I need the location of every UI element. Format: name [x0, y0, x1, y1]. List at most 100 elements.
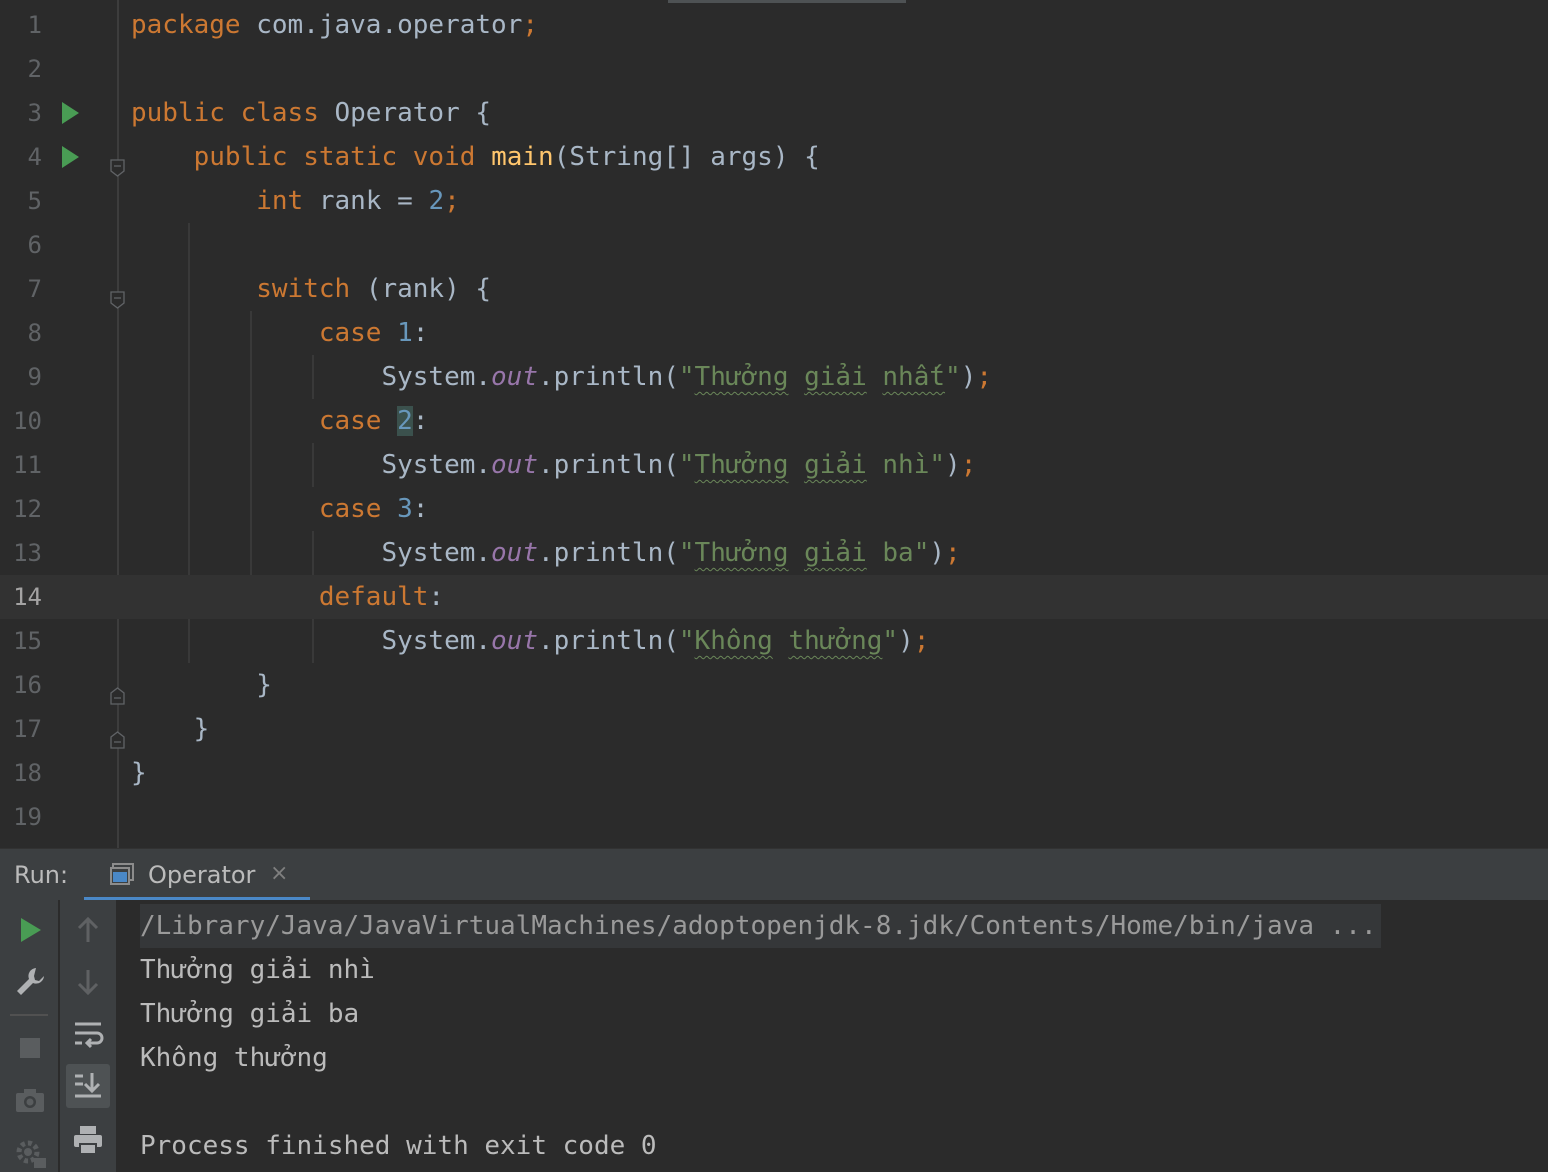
line-number[interactable]: 5 — [0, 179, 42, 223]
code-line-7[interactable]: 7 switch (rank) { — [0, 267, 1548, 311]
code-token: Thưởng — [694, 538, 789, 568]
previous-occurrence-button[interactable] — [66, 908, 110, 952]
run-gutter-icon[interactable] — [62, 102, 79, 124]
code-line-3[interactable]: 3 public class Operator { — [0, 91, 1548, 135]
line-number[interactable]: 13 — [0, 531, 42, 575]
code-line-13[interactable]: 13 System.out.println("Thưởng giải ba"); — [0, 531, 1548, 575]
rerun-button[interactable] — [8, 908, 52, 952]
code-token: .println( — [538, 450, 679, 480]
line-number[interactable]: 19 — [0, 795, 42, 839]
scroll-to-end-button[interactable] — [66, 1064, 110, 1108]
code-text[interactable]: System.out.println("Thưởng giải ba"); — [131, 531, 960, 575]
console-output[interactable]: /Library/Java/JavaVirtualMachines/adopto… — [140, 900, 1540, 1172]
code-token: public — [131, 98, 241, 128]
code-text[interactable]: System.out.println("Thưởng giải nhất"); — [131, 355, 992, 399]
console-command-line[interactable]: /Library/Java/JavaVirtualMachines/adopto… — [140, 904, 1381, 948]
code-line-14[interactable]: 14 default: — [0, 575, 1548, 619]
code-line-4[interactable]: 4 public static void main(String[] args)… — [0, 135, 1548, 179]
code-text[interactable]: case 1: — [131, 311, 429, 355]
line-number[interactable]: 10 — [0, 399, 42, 443]
line-number[interactable]: 1 — [0, 3, 42, 47]
code-line-5[interactable]: 5 int rank = 2; — [0, 179, 1548, 223]
code-token: " — [678, 450, 695, 480]
line-number[interactable]: 2 — [0, 47, 42, 91]
code-token: System. — [381, 362, 492, 392]
code-line-1[interactable]: 1 package com.java.operator; — [0, 3, 1548, 47]
code-line-12[interactable]: 12 case 3: — [0, 487, 1548, 531]
dump-threads-button[interactable] — [8, 1078, 52, 1122]
code-token: ) — [929, 538, 946, 568]
line-number[interactable]: 16 — [0, 663, 42, 707]
code-line-9[interactable]: 9 System.out.println("Thưởng giải nhất")… — [0, 355, 1548, 399]
fold-open-icon[interactable] — [110, 279, 125, 309]
soft-wrap-button[interactable] — [66, 1012, 110, 1056]
fold-close-icon[interactable] — [110, 719, 125, 749]
line-number[interactable]: 8 — [0, 311, 42, 355]
code-line-17[interactable]: 17 } — [0, 707, 1548, 751]
arrow-up-icon — [77, 916, 99, 942]
code-token: " — [945, 362, 961, 392]
line-number[interactable]: 3 — [0, 91, 42, 135]
code-line-6[interactable]: 6 — [0, 223, 1548, 267]
line-number[interactable]: 6 — [0, 223, 42, 267]
code-text[interactable]: package com.java.operator; — [131, 3, 538, 47]
line-number[interactable]: 7 — [0, 267, 42, 311]
code-line-11[interactable]: 11 System.out.println("Thưởng giải nhì")… — [0, 443, 1548, 487]
tab-operator[interactable]: Operator × — [84, 849, 310, 901]
code-token: Operator — [334, 98, 476, 128]
close-icon[interactable]: × — [270, 861, 288, 886]
code-text[interactable]: case 3: — [131, 487, 429, 531]
run-toolbar-left — [0, 900, 58, 1172]
code-line-16[interactable]: 16 } — [0, 663, 1548, 707]
stop-button[interactable] — [8, 1026, 52, 1070]
code-token: int — [256, 186, 319, 216]
settings-button[interactable] — [8, 1130, 52, 1172]
code-text[interactable]: switch (rank) { — [131, 267, 491, 311]
code-text[interactable]: public class Operator { — [131, 91, 491, 135]
line-number[interactable]: 15 — [0, 619, 42, 663]
code-token: .println( — [538, 626, 679, 656]
code-line-8[interactable]: 8 case 1: — [0, 311, 1548, 355]
code-text[interactable]: case 2: — [131, 399, 428, 443]
line-number[interactable]: 12 — [0, 487, 42, 531]
line-number[interactable]: 11 — [0, 443, 42, 487]
code-line-10[interactable]: 10 case 2: — [0, 399, 1548, 443]
code-token: ; — [960, 450, 977, 480]
code-text[interactable]: System.out.println("Không thưởng"); — [131, 619, 929, 663]
console-output-line: Thưởng giải nhì — [140, 955, 375, 985]
console-output-line: Không thưởng — [140, 1043, 328, 1073]
code-line-18[interactable]: 18} — [0, 751, 1548, 795]
fold-open-icon[interactable] — [110, 147, 125, 177]
code-text[interactable]: } — [131, 751, 147, 795]
next-occurrence-button[interactable] — [66, 960, 110, 1004]
run-gutter-icon[interactable] — [62, 146, 79, 168]
fold-close-icon[interactable] — [110, 675, 125, 705]
line-number[interactable]: 9 — [0, 355, 42, 399]
line-number[interactable]: 18 — [0, 751, 42, 795]
code-text[interactable]: System.out.println("Thưởng giải nhì"); — [131, 443, 976, 487]
settings-icon — [16, 1140, 46, 1168]
code-token: com.java.operator — [256, 10, 523, 40]
code-line-2[interactable]: 2 — [0, 47, 1548, 91]
line-number[interactable]: 14 — [0, 575, 42, 619]
code-token: : — [412, 494, 429, 524]
code-token: giải — [804, 450, 867, 480]
console-exit-message: Process finished with exit code 0 — [140, 1131, 657, 1161]
code-editor[interactable]: 1 package com.java.operator; 2 3 public clas… — [0, 0, 1548, 848]
print-button[interactable] — [66, 1118, 110, 1162]
line-number[interactable]: 17 — [0, 707, 42, 751]
code-text[interactable]: public static void main(String[] args) { — [131, 135, 820, 179]
code-text[interactable]: } — [131, 707, 210, 751]
code-line-15[interactable]: 15 System.out.println("Không thưởng"); — [0, 619, 1548, 663]
code-text[interactable]: } — [131, 663, 272, 707]
code-token: class — [240, 98, 335, 128]
line-number[interactable]: 4 — [0, 135, 42, 179]
code-text[interactable]: int rank = 2; — [131, 179, 460, 223]
code-line-19[interactable]: 19 — [0, 795, 1548, 839]
code-token: ba" — [866, 538, 930, 568]
code-text[interactable]: default: — [131, 575, 444, 619]
modify-run-configuration-button[interactable] — [8, 960, 52, 1004]
code-token: 1 — [397, 318, 413, 348]
